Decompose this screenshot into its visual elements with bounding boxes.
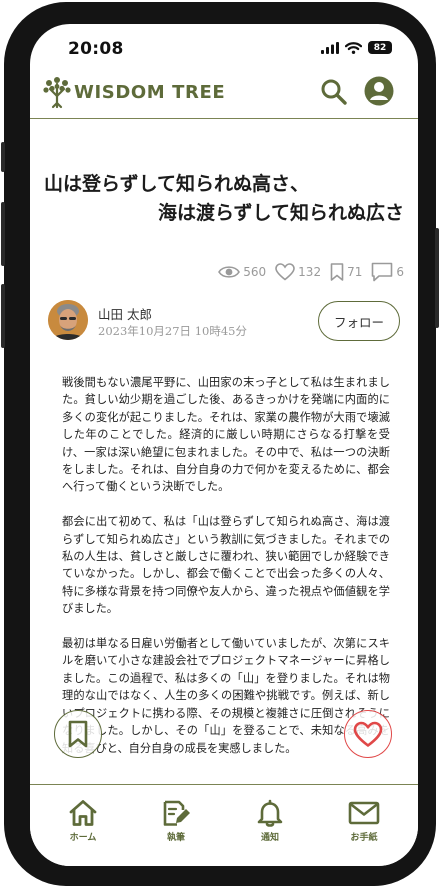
post-date: 2023年10月27日 10時45分 — [98, 324, 247, 338]
article-title-line2: 海は渡らずして知られぬ広さ — [157, 202, 404, 224]
follow-button[interactable]: フォロー — [318, 301, 400, 341]
author-avatar[interactable] — [48, 300, 88, 340]
article-title-line1: 山は登らずして知られぬ高さ、 — [44, 173, 310, 195]
status-time: 20:08 — [68, 39, 124, 59]
search-icon[interactable] — [320, 78, 348, 106]
battery-icon: 82 — [368, 41, 392, 54]
bookmarks-count: 71 — [347, 265, 363, 279]
bookmarks-stat[interactable]: 71 — [330, 263, 362, 281]
views-count: 560 — [243, 265, 267, 279]
bottom-nav: ホーム 執筆 通知 お手紙 — [30, 785, 418, 866]
comments-stat[interactable]: 6 — [371, 262, 404, 282]
article-paragraph-1: 戦後間もない濃尾平野に、山田家の末っ子として私は生まれました。貧しい幼少期を過ご… — [62, 376, 390, 494]
comments-count: 6 — [396, 265, 404, 279]
heart-icon — [353, 721, 383, 747]
status-icons: 82 — [321, 41, 392, 54]
nav-item-home[interactable]: ホーム — [48, 799, 118, 843]
bookmark-icon — [330, 263, 344, 281]
nav-label-notify: 通知 — [260, 833, 279, 843]
mail-icon — [348, 801, 380, 825]
mute-switch — [1, 142, 5, 172]
edit-icon — [163, 800, 190, 826]
article-title: 山は登らずして知られぬ高さ、 海は渡らずして知られぬ広さ — [44, 170, 404, 228]
nav-label-home: ホーム — [69, 833, 97, 843]
screen: 20:08 82 WISDOM TREE 山は登らずして知られぬ高さ、 海は渡ら… — [30, 24, 418, 866]
bell-icon — [257, 799, 283, 827]
bookmark-icon — [68, 720, 88, 748]
bookmark-fab-button[interactable] — [54, 710, 102, 758]
heart-icon — [275, 263, 295, 281]
signal-icon — [321, 41, 339, 54]
nav-label-write: 執筆 — [166, 833, 185, 843]
avatar-image — [48, 300, 88, 340]
likes-count: 132 — [298, 265, 322, 279]
eye-icon — [218, 266, 241, 278]
home-icon — [69, 800, 97, 826]
article-body: 戦後間もない濃尾平野に、山田家の末っ子として私は生まれました。貧しい幼少期を過ご… — [62, 374, 390, 774]
power-button — [435, 228, 439, 328]
article-paragraph-3: 最初は単なる日雇い労働者として働いていましたが、次第にスキルを磨いて小さな建設会… — [62, 637, 390, 755]
phone-frame: 20:08 82 WISDOM TREE 山は登らずして知られぬ高さ、 海は渡ら… — [1, 2, 439, 886]
like-fab-button[interactable] — [344, 710, 392, 758]
nav-item-mail[interactable]: お手紙 — [329, 799, 399, 843]
brand-name: WISDOM TREE — [74, 82, 226, 103]
author-name[interactable]: 山田 太郎 — [98, 304, 152, 323]
volume-down-button — [1, 284, 5, 348]
status-bar: 20:08 82 — [30, 24, 418, 74]
comment-icon — [372, 262, 393, 282]
article-stats: 560 132 71 6 — [218, 262, 404, 282]
nav-item-write[interactable]: 執筆 — [141, 799, 211, 843]
views-stat: 560 — [218, 265, 266, 279]
header-divider — [30, 118, 418, 119]
user-icon[interactable] — [364, 76, 394, 106]
volume-up-button — [1, 202, 5, 266]
article-paragraph-2: 都会に出て初めて、私は「山は登らずして知られぬ高さ、海は渡らずして知られぬ広さ」… — [62, 515, 390, 616]
nav-label-mail: お手紙 — [350, 833, 378, 843]
likes-stat[interactable]: 132 — [275, 263, 321, 281]
wifi-icon — [345, 41, 362, 54]
nav-item-notify[interactable]: 通知 — [235, 799, 305, 843]
app-header: WISDOM TREE — [30, 74, 418, 120]
tree-logo-icon — [43, 77, 71, 109]
